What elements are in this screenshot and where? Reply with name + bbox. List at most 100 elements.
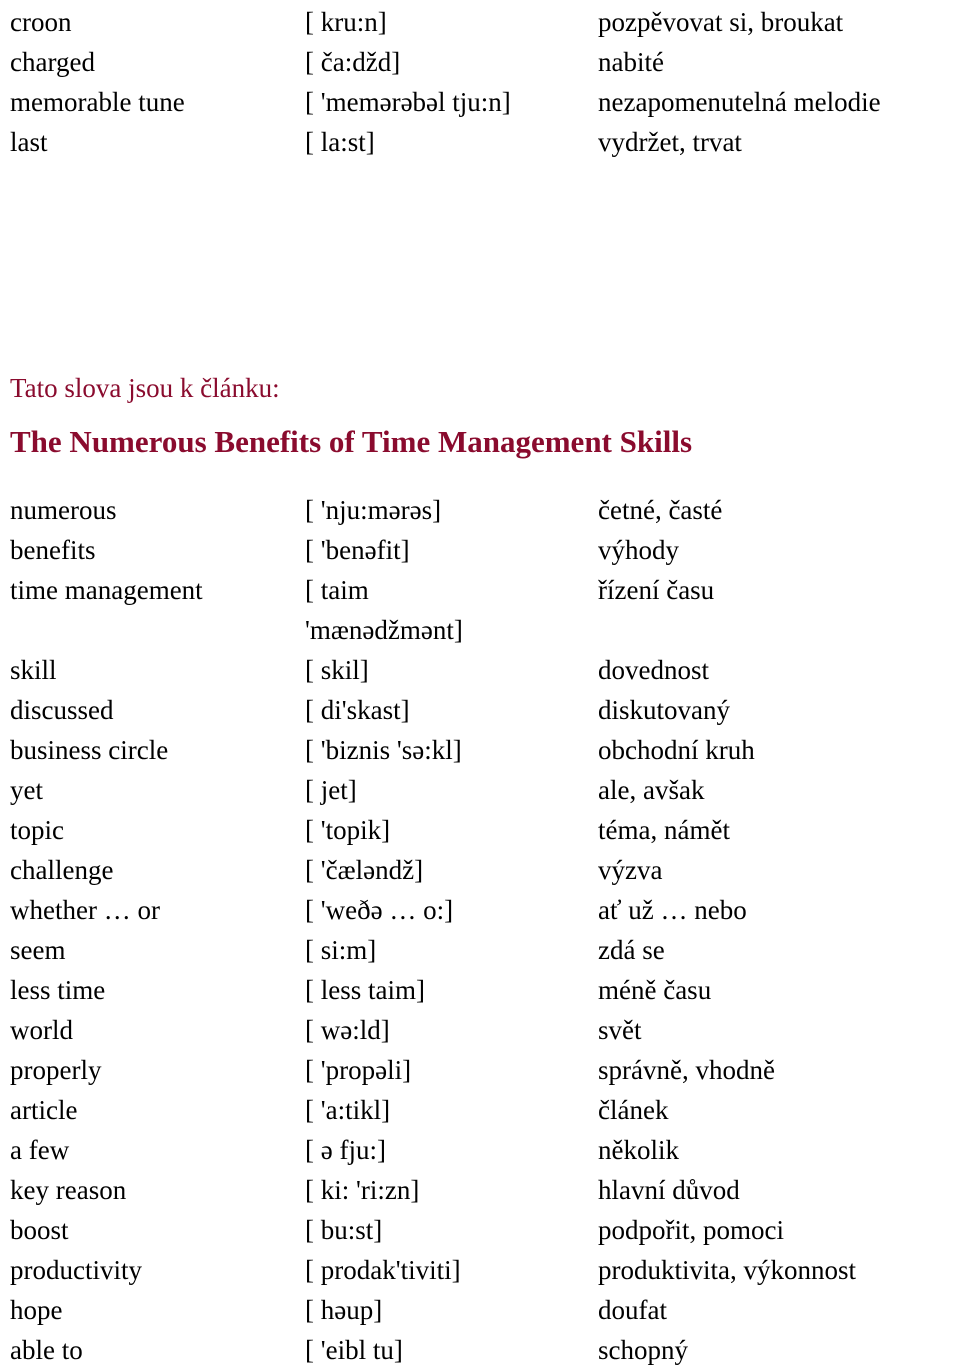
- term-cell: a few: [10, 1135, 70, 1165]
- vocabulary-table-top-body: croon [ kru:n] pozpěvovat si, broukat ch…: [0, 2, 960, 162]
- pronunciation-cell: [ 'propəli]: [305, 1055, 412, 1085]
- term-cell: able to: [10, 1335, 83, 1365]
- pronunciation-cell: [ bu:st]: [305, 1215, 383, 1245]
- term-cell: challenge: [10, 855, 114, 885]
- table-row: a few [ ə fju:] několik: [0, 1130, 960, 1170]
- translation-cell: téma, námět: [598, 815, 730, 845]
- translation-cell: nabité: [598, 47, 664, 77]
- pronunciation-cell: [ ki: 'ri:zn]: [305, 1175, 420, 1205]
- term-cell: less time: [10, 975, 106, 1005]
- term-cell: business circle: [10, 735, 169, 765]
- pronunciation-cell: [ ə fju:]: [305, 1135, 386, 1165]
- table-row: seem [ si:m] zdá se: [0, 930, 960, 970]
- table-row: properly [ 'propəli] správně, vhodně: [0, 1050, 960, 1090]
- term-cell: numerous: [10, 495, 117, 525]
- table-row: business circle [ 'biznis 'sə:kl] obchod…: [0, 730, 960, 770]
- term-cell: whether … or: [10, 895, 160, 925]
- term-cell: properly: [10, 1055, 102, 1085]
- table-row: less time [ less taim] méně času: [0, 970, 960, 1010]
- table-row: topic [ 'topik] téma, námět: [0, 810, 960, 850]
- term-cell: charged: [10, 47, 95, 77]
- table-row: yet [ jet] ale, avšak: [0, 770, 960, 810]
- translation-cell: pozpěvovat si, broukat: [598, 7, 844, 37]
- translation-cell: výhody: [598, 535, 679, 565]
- term-cell: croon: [10, 7, 72, 37]
- translation-cell: hlavní důvod: [598, 1175, 740, 1205]
- pronunciation-line-1: [ taim: [305, 575, 369, 605]
- table-row: numerous [ 'nju:mərəs] četné, časté: [0, 490, 960, 530]
- pronunciation-cell: [ 'weðə … o:]: [305, 895, 454, 925]
- vocabulary-table-top: croon [ kru:n] pozpěvovat si, broukat ch…: [0, 2, 960, 162]
- table-row: discussed [ di'skast] diskutovaný: [0, 690, 960, 730]
- term-cell: topic: [10, 815, 64, 845]
- term-cell: last: [10, 127, 48, 157]
- table-row: whether … or [ 'weðə … o:] ať už … nebo: [0, 890, 960, 930]
- pronunciation-cell: [ 'a:tikl]: [305, 1095, 391, 1125]
- translation-cell: doufat: [598, 1295, 667, 1325]
- table-row: key reason [ ki: 'ri:zn] hlavní důvod: [0, 1170, 960, 1210]
- term-cell: seem: [10, 935, 66, 965]
- table-row: hope [ həup] doufat: [0, 1290, 960, 1330]
- pronunciation-cell: [ 'biznis 'sə:kl]: [305, 735, 462, 765]
- term-cell: yet: [10, 775, 43, 805]
- pronunciation-cell: [ la:st]: [305, 127, 375, 157]
- translation-cell: dovednost: [598, 655, 709, 685]
- translation-cell: řízení času: [598, 575, 715, 605]
- table-row: able to [ 'eibl tu] schopný: [0, 1330, 960, 1370]
- vocabulary-table-main: numerous [ 'nju:mərəs] četné, časté bene…: [0, 490, 960, 1370]
- term-cell: boost: [10, 1215, 69, 1245]
- pronunciation-cell: [ 'benəfit]: [305, 535, 410, 565]
- table-row: croon [ kru:n] pozpěvovat si, broukat: [0, 2, 960, 42]
- table-row: skill [ skil] dovednost: [0, 650, 960, 690]
- translation-cell: svět: [598, 1015, 642, 1045]
- translation-cell: ať už … nebo: [598, 895, 747, 925]
- translation-cell: schopný: [598, 1335, 688, 1365]
- pronunciation-cell: [ taim 'mænədžmənt]: [305, 570, 598, 650]
- pronunciation-cell: [ prodak'tiviti]: [305, 1255, 461, 1285]
- term-cell: discussed: [10, 695, 114, 725]
- term-cell: memorable tune: [10, 87, 185, 117]
- intro-line: Tato slova jsou k článku:: [10, 373, 280, 403]
- pronunciation-cell: [ ča:džd]: [305, 47, 401, 77]
- pronunciation-cell: [ 'memərəbəl tju:n]: [305, 87, 511, 117]
- table-row: article [ 'a:tikl] článek: [0, 1090, 960, 1130]
- pronunciation-cell: [ di'skast]: [305, 695, 410, 725]
- pronunciation-cell: [ 'eibl tu]: [305, 1335, 403, 1365]
- term-cell: article: [10, 1095, 78, 1125]
- article-title: The Numerous Benefits of Time Management…: [10, 424, 693, 459]
- table-row: benefits [ 'benəfit] výhody: [0, 530, 960, 570]
- document-page: croon [ kru:n] pozpěvovat si, broukat ch…: [0, 0, 960, 1365]
- translation-cell: ale, avšak: [598, 775, 705, 805]
- pronunciation-cell: [ less taim]: [305, 975, 425, 1005]
- translation-cell: výzva: [598, 855, 663, 885]
- translation-cell: článek: [598, 1095, 669, 1125]
- translation-cell: vydržet, trvat: [598, 127, 742, 157]
- translation-cell: nezapomenutelná melodie: [598, 87, 881, 117]
- term-cell: benefits: [10, 535, 96, 565]
- translation-cell: méně času: [598, 975, 712, 1005]
- term-cell: productivity: [10, 1255, 142, 1285]
- vocabulary-block-main: numerous [ 'nju:mərəs] četné, časté bene…: [0, 490, 960, 1370]
- pronunciation-cell: [ 'topik]: [305, 815, 391, 845]
- translation-cell: podpořit, pomoci: [598, 1215, 784, 1245]
- term-cell: skill: [10, 655, 57, 685]
- pronunciation-cell: [ 'nju:mərəs]: [305, 495, 442, 525]
- table-row: productivity [ prodak'tiviti] produktivi…: [0, 1250, 960, 1290]
- table-row: world [ wə:ld] svět: [0, 1010, 960, 1050]
- pronunciation-cell: [ 'čæləndž]: [305, 855, 424, 885]
- term-cell: key reason: [10, 1175, 127, 1205]
- pronunciation-cell: [ kru:n]: [305, 7, 387, 37]
- table-row: time management [ taim 'mænədžmənt] řízen…: [0, 570, 960, 650]
- translation-cell: několik: [598, 1135, 679, 1165]
- term-cell: hope: [10, 1295, 63, 1325]
- pronunciation-line-2: 'mænədžmənt]: [305, 615, 463, 645]
- translation-cell: zdá se: [598, 935, 665, 965]
- table-row: memorable tune [ 'memərəbəl tju:n] nezap…: [0, 82, 960, 122]
- table-row: boost [ bu:st] podpořit, pomoci: [0, 1210, 960, 1250]
- translation-cell: diskutovaný: [598, 695, 730, 725]
- vocabulary-table-main-body: numerous [ 'nju:mərəs] četné, časté bene…: [0, 490, 960, 1370]
- translation-cell: správně, vhodně: [598, 1055, 775, 1085]
- vocabulary-block-top: croon [ kru:n] pozpěvovat si, broukat ch…: [0, 2, 960, 162]
- pronunciation-cell: [ skil]: [305, 655, 369, 685]
- translation-cell: četné, časté: [598, 495, 723, 525]
